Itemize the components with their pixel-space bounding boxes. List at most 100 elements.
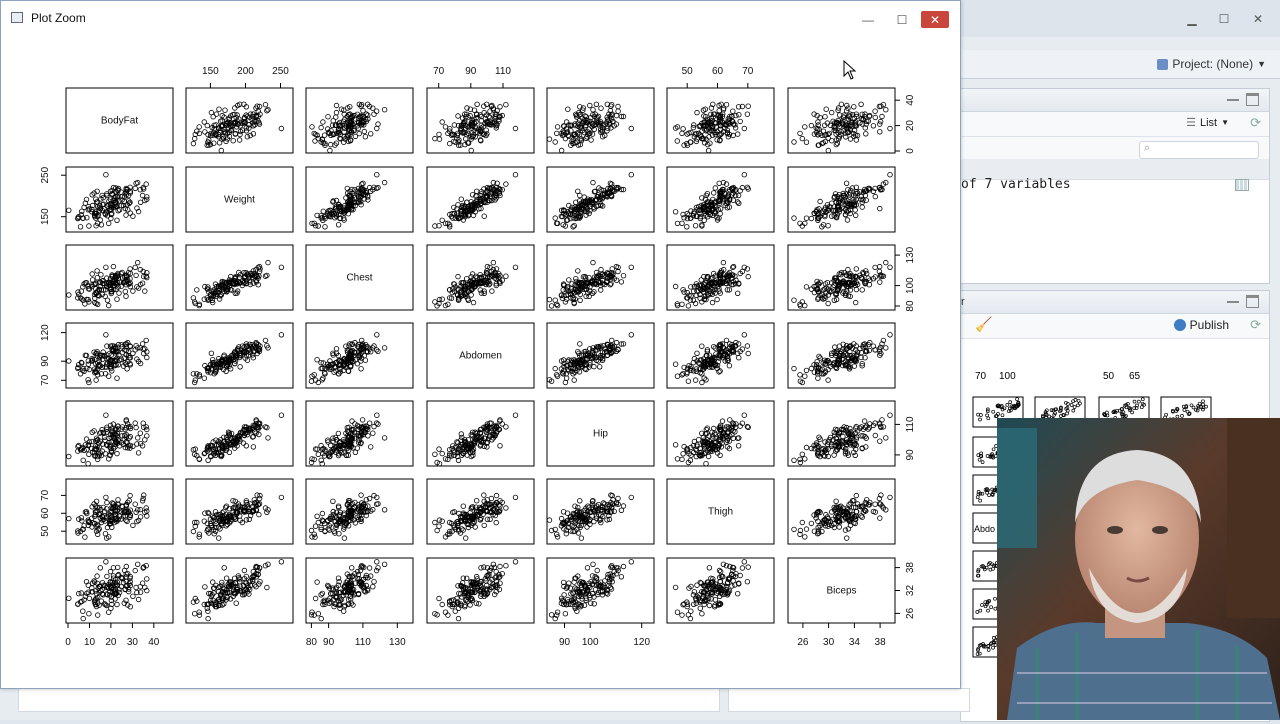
point-Abdomen-Weight-134 bbox=[208, 350, 215, 356]
point-Weight-BodyFat-9 bbox=[86, 223, 92, 229]
pane-maximize-icon[interactable] bbox=[1246, 93, 1259, 106]
plot-zoom-titlebar[interactable]: Plot Zoom — ☐ ✕ bbox=[1, 1, 960, 34]
point-Hip-BodyFat-132 bbox=[85, 461, 91, 467]
project-menu-button[interactable]: Project: (None) ▼ bbox=[1157, 57, 1266, 71]
point-Chest-BodyFat-129 bbox=[89, 277, 96, 283]
environment-variable-summary: of 7 variables bbox=[961, 177, 1071, 192]
publish-button[interactable]: Publish bbox=[1173, 318, 1229, 332]
point-Chest-Thigh-10 bbox=[745, 273, 751, 280]
plots-pane-header: r bbox=[961, 291, 1269, 314]
point-BodyFat-Abdomen-24 bbox=[436, 131, 442, 138]
pane-minimize-icon[interactable] bbox=[1227, 93, 1239, 101]
point-Chest-Thigh-65 bbox=[720, 259, 727, 266]
mini-point bbox=[975, 495, 980, 500]
grid-view-icon[interactable] bbox=[1235, 179, 1249, 191]
point-Abdomen-Thigh-40 bbox=[679, 372, 685, 378]
point-BodyFat-Chest-130 bbox=[368, 131, 374, 137]
pane-tab-fragment[interactable]: r bbox=[961, 296, 965, 308]
point-Abdomen-Biceps-79 bbox=[803, 367, 810, 374]
mini-point bbox=[991, 409, 996, 414]
point-BodyFat-Abdomen-49 bbox=[512, 125, 519, 132]
point-BodyFat-Thigh-112 bbox=[736, 111, 742, 118]
point-BodyFat-Biceps-130 bbox=[863, 131, 869, 137]
point-Weight-BodyFat-51 bbox=[105, 220, 112, 227]
plot-zoom-minimize-button[interactable]: — bbox=[854, 11, 882, 28]
point-Abdomen-Hip-9 bbox=[562, 379, 569, 386]
point-BodyFat-Weight-51 bbox=[196, 124, 202, 130]
point-BodyFat-Biceps-51 bbox=[802, 124, 808, 130]
point-BodyFat-Weight-134 bbox=[208, 109, 215, 116]
point-Abdomen-BodyFat-109 bbox=[144, 354, 150, 361]
point-BodyFat-Weight-95 bbox=[222, 107, 228, 113]
point-BodyFat-Hip-60 bbox=[552, 139, 558, 145]
point-Weight-Hip-122 bbox=[570, 224, 576, 230]
point-Hip-Thigh-147 bbox=[704, 425, 711, 431]
point-Thigh-BodyFat-3 bbox=[104, 499, 110, 506]
point-Hip-Thigh-49 bbox=[741, 412, 747, 418]
plot-zoom-close-button[interactable]: ✕ bbox=[921, 11, 949, 28]
plot-zoom-maximize-button[interactable]: ☐ bbox=[888, 11, 916, 28]
point-Chest-Abdomen-65 bbox=[490, 259, 497, 266]
point-BodyFat-Hip-18 bbox=[565, 106, 571, 112]
refresh-icon[interactable]: ⟳ bbox=[1250, 115, 1261, 131]
point-Weight-Abdomen-101 bbox=[439, 217, 445, 223]
mini-point bbox=[978, 498, 982, 503]
point-BodyFat-Hip-77 bbox=[587, 102, 593, 109]
mini-point bbox=[1139, 405, 1144, 410]
list-view-dropdown[interactable]: ☰ List ▼ bbox=[1186, 116, 1229, 130]
point-Weight-Biceps-24 bbox=[825, 222, 831, 229]
environment-search-input[interactable]: ⌕ bbox=[1139, 141, 1259, 159]
point-Abdomen-Chest-77 bbox=[333, 346, 340, 352]
point-Chest-Abdomen-104 bbox=[455, 273, 461, 280]
point-Weight-Biceps-71 bbox=[853, 212, 859, 219]
point-BodyFat-Hip-65 bbox=[590, 106, 596, 113]
point-Chest-Hip-115 bbox=[598, 287, 604, 293]
variable-summary-text: of 7 variables bbox=[961, 177, 1071, 192]
list-view-label: List bbox=[1199, 116, 1218, 129]
refresh-icon[interactable]: ⟳ bbox=[1250, 317, 1261, 333]
point-BodyFat-Hip-22 bbox=[615, 108, 621, 114]
pane-minimize-icon[interactable] bbox=[1227, 295, 1239, 303]
pane-maximize-icon[interactable] bbox=[1246, 295, 1259, 308]
point-Weight-Hip-65 bbox=[590, 179, 596, 186]
point-Thigh-BodyFat-55 bbox=[93, 498, 100, 504]
rstudio-maximize-button[interactable]: ☐ bbox=[1210, 10, 1238, 27]
point-BodyFat-Biceps-100 bbox=[833, 141, 839, 148]
point-Chest-Biceps-71 bbox=[853, 299, 859, 306]
point-Hip-Chest-9 bbox=[315, 451, 321, 457]
point-BodyFat-Thigh-49 bbox=[741, 125, 747, 132]
point-Hip-Abdomen-30 bbox=[458, 431, 464, 437]
point-BodyFat-Abdomen-51 bbox=[442, 124, 449, 130]
point-BodyFat-Biceps-2 bbox=[834, 140, 841, 146]
point-Abdomen-Thigh-43 bbox=[672, 361, 679, 367]
point-Chest-BodyFat-65 bbox=[134, 259, 141, 266]
point-Abdomen-Biceps-51 bbox=[802, 373, 808, 379]
point-Hip-Biceps-9 bbox=[799, 451, 805, 457]
point-Abdomen-Biceps-40 bbox=[797, 372, 803, 378]
rstudio-close-button[interactable]: ✕ bbox=[1244, 10, 1272, 27]
point-Chest-Biceps-121 bbox=[845, 266, 851, 273]
broom-icon[interactable]: 🧹 bbox=[975, 316, 992, 333]
point-Hip-Weight-49 bbox=[278, 412, 285, 418]
point-Weight-Thigh-40 bbox=[679, 220, 685, 226]
point-Abdomen-Thigh-112 bbox=[736, 355, 742, 361]
point-Chest-Biceps-79 bbox=[803, 284, 810, 290]
point-BodyFat-Chest-46 bbox=[327, 147, 333, 154]
point-Abdomen-Chest-132 bbox=[319, 377, 325, 383]
point-BodyFat-Thigh-40 bbox=[679, 130, 685, 137]
console-input-area[interactable] bbox=[18, 688, 720, 712]
mini-point bbox=[978, 608, 983, 613]
point-BodyFat-Thigh-124 bbox=[714, 137, 720, 143]
point-Chest-Hip-132 bbox=[546, 296, 553, 303]
point-Weight-Abdomen-26 bbox=[474, 188, 480, 194]
point-BodyFat-Biceps-101 bbox=[815, 119, 821, 125]
rstudio-minimize-button[interactable]: ▁ bbox=[1178, 10, 1206, 27]
point-Weight-Thigh-106 bbox=[697, 210, 703, 216]
point-BodyFat-Weight-131 bbox=[216, 140, 223, 146]
mini-point bbox=[986, 416, 991, 421]
point-Hip-BodyFat-124 bbox=[84, 446, 90, 453]
point-BodyFat-Hip-96 bbox=[609, 101, 615, 108]
chevron-down-icon: ▼ bbox=[1257, 59, 1266, 69]
point-Weight-Biceps-91 bbox=[877, 205, 883, 212]
point-BodyFat-Hip-31 bbox=[613, 112, 620, 119]
